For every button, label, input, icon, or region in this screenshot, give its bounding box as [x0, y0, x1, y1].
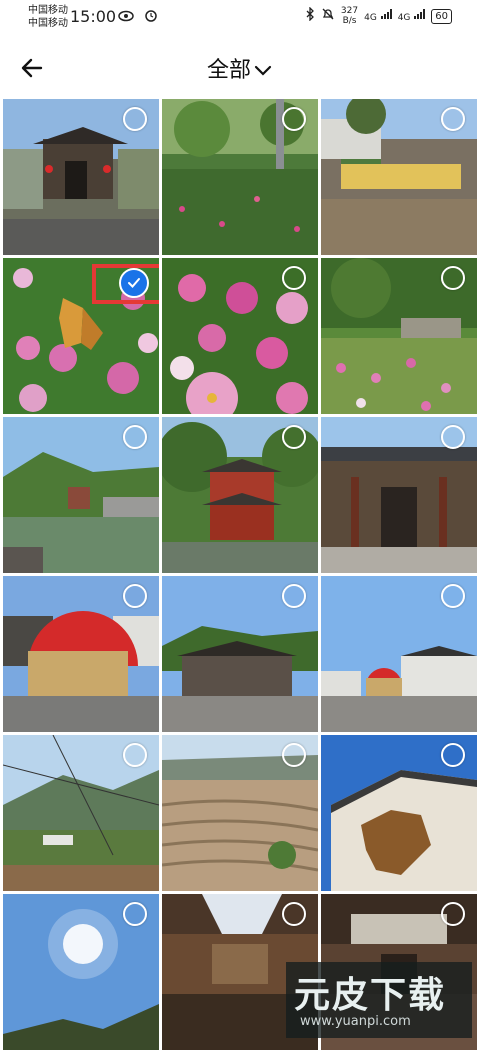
status-bar: 中国移动 中国移动 15:00 327 B/s 4G 4G 60: [0, 0, 480, 38]
selected-check[interactable]: [119, 268, 149, 298]
photo-village-square[interactable]: [162, 576, 318, 732]
network-speed: 327 B/s: [341, 6, 358, 26]
photo-village-street[interactable]: [321, 576, 477, 732]
mute-bell-icon: [321, 7, 335, 25]
select-circle[interactable]: [441, 902, 465, 926]
status-icons-left: [118, 8, 158, 26]
select-circle[interactable]: [123, 584, 147, 608]
select-circle[interactable]: [123, 902, 147, 926]
album-selector[interactable]: 全部: [0, 52, 480, 84]
signal-1-label: 4G: [364, 13, 377, 23]
select-circle[interactable]: [123, 107, 147, 131]
signal-icon-2: [414, 9, 426, 19]
bluetooth-icon: [305, 6, 315, 25]
select-circle[interactable]: [123, 425, 147, 449]
carrier-labels: 中国移动 中国移动: [28, 4, 68, 30]
status-icons-right: 327 B/s 4G 4G 60: [305, 6, 452, 26]
speed-unit: B/s: [342, 16, 357, 26]
photo-map-wall[interactable]: [321, 735, 477, 891]
photo-mountain-valley[interactable]: [3, 735, 159, 891]
photo-village-gate[interactable]: [3, 99, 159, 255]
photo-ancient-hall[interactable]: [321, 417, 477, 573]
photo-red-arch[interactable]: [3, 576, 159, 732]
checkmark-icon: [128, 278, 140, 288]
signal-2-label: 4G: [397, 13, 411, 23]
photo-flower-field[interactable]: [321, 258, 477, 414]
header: 全部: [0, 40, 480, 96]
photo-butterfly-flowers[interactable]: [3, 258, 159, 414]
select-circle[interactable]: [441, 425, 465, 449]
photo-grid: [3, 99, 477, 1050]
photo-yellow-sign[interactable]: [321, 99, 477, 255]
speed-value: 327: [340, 6, 359, 16]
photo-terraces[interactable]: [162, 735, 318, 891]
select-circle[interactable]: [441, 107, 465, 131]
select-circle[interactable]: [282, 425, 306, 449]
signal-icon: [380, 9, 392, 19]
chevron-down-icon: [253, 59, 273, 84]
select-circle[interactable]: [123, 743, 147, 767]
signal-1: 4G: [364, 9, 392, 23]
signal-2: 4G: [398, 9, 426, 23]
eye-icon: [118, 10, 144, 26]
select-circle[interactable]: [441, 743, 465, 767]
select-circle[interactable]: [282, 266, 306, 290]
watermark: 元皮下载 www.yuanpi.com: [286, 962, 472, 1038]
carrier-2: 中国移动: [28, 18, 68, 29]
select-circle[interactable]: [282, 743, 306, 767]
carrier-1: 中国移动: [28, 5, 68, 16]
watermark-url: www.yuanpi.com: [300, 1014, 411, 1029]
photo-green-field[interactable]: [162, 99, 318, 255]
photo-pond-pavilion[interactable]: [3, 417, 159, 573]
select-circle[interactable]: [441, 266, 465, 290]
select-circle[interactable]: [441, 584, 465, 608]
page-title: 全部: [206, 58, 251, 83]
photo-red-pavilion[interactable]: [162, 417, 318, 573]
alarm-icon: [144, 10, 158, 26]
select-circle[interactable]: [282, 584, 306, 608]
select-circle[interactable]: [282, 902, 306, 926]
photo-cosmos-flowers[interactable]: [162, 258, 318, 414]
clock: 15:00: [70, 7, 117, 26]
battery-icon: 60: [431, 8, 452, 24]
select-circle[interactable]: [282, 107, 306, 131]
watermark-title: 元皮下载: [294, 975, 447, 1016]
photo-sun-sky[interactable]: [3, 894, 159, 1050]
